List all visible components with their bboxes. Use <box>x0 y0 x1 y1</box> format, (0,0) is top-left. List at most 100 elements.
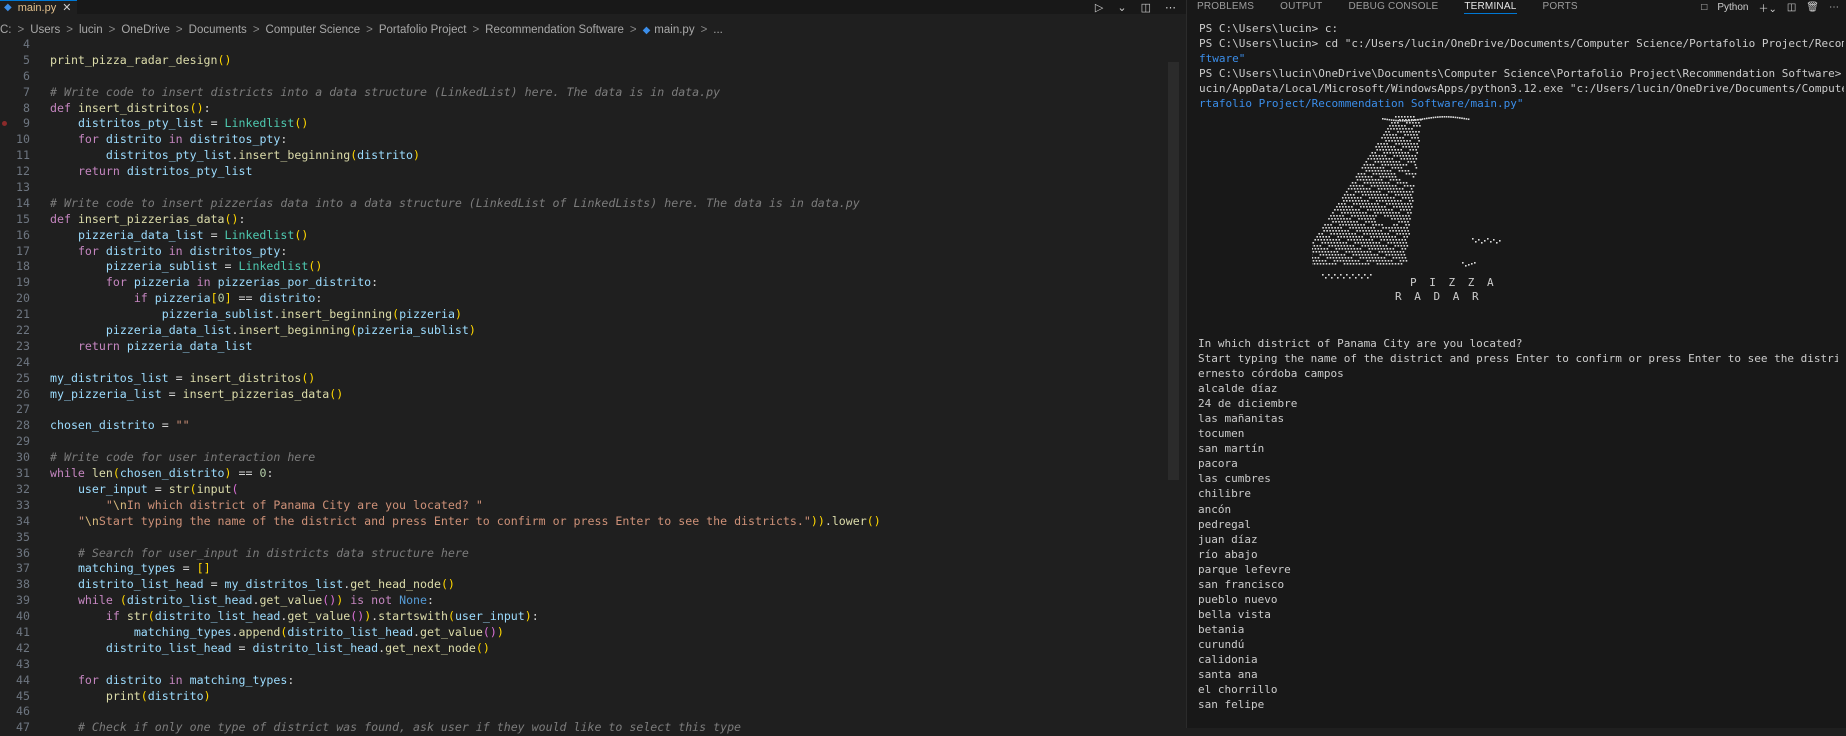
tab-terminal[interactable]: TERMINAL <box>1464 0 1516 14</box>
breadcrumb-item[interactable]: C: <box>0 24 12 36</box>
code-line[interactable]: 19 for pizzeria in pizzerias_por_distrit… <box>0 275 1170 291</box>
ascii-dot <box>1384 257 1386 259</box>
code-line[interactable]: 24 <box>0 355 1170 371</box>
code-line[interactable]: 5print_pizza_radar_design() <box>0 53 1170 69</box>
tab-main-py[interactable]: ◆ main.py ✕ <box>0 0 77 14</box>
terminal-commands[interactable]: PS C:\Users\lucin> c:PS C:\Users\lucin> … <box>1199 21 1844 111</box>
code-line[interactable]: 25my_distritos_list = insert_distritos() <box>0 371 1170 387</box>
tab-debug-console[interactable]: DEBUG CONSOLE <box>1348 0 1438 14</box>
code-line[interactable]: 44 for distrito in matching_types: <box>0 673 1170 689</box>
code-line[interactable]: 4 <box>0 37 1170 53</box>
run-icon[interactable]: ▷ <box>1095 1 1103 14</box>
breadcrumb-item[interactable]: lucin <box>79 24 103 36</box>
code-text: distrito_list_head = distrito_list_head.… <box>50 641 490 657</box>
ascii-dot <box>1437 116 1439 118</box>
new-terminal-icon[interactable]: ＋⌄ <box>1758 0 1776 15</box>
editor[interactable]: ◆ main.py ✕ ▷ ⌄ ◫ ⋯ C:>Users>lucin>OneDr… <box>0 0 1186 728</box>
terminal-output-line: santa ana <box>1198 667 1838 682</box>
code-line[interactable]: 22 pizzeria_data_list.insert_beginning(p… <box>0 323 1170 339</box>
code-line[interactable]: 17 for distrito in distritos_pty: <box>0 244 1170 260</box>
ascii-dot <box>1323 239 1325 241</box>
code-line[interactable]: 12 return distritos_pty_list <box>0 164 1170 180</box>
code-line[interactable]: 35 <box>0 530 1170 546</box>
code-line[interactable]: 11 distritos_pty_list.insert_beginning(d… <box>0 148 1170 164</box>
ascii-dot <box>1363 179 1365 181</box>
code-line[interactable]: 7# Write code to insert districts into a… <box>0 85 1170 101</box>
code-line[interactable]: 10 for distrito in distritos_pty: <box>0 132 1170 148</box>
code-line[interactable]: 31while len(chosen_distrito) == 0: <box>0 466 1170 482</box>
breadcrumb-item[interactable]: Documents <box>189 24 247 36</box>
code-line[interactable]: 28chosen_distrito = "" <box>0 418 1170 434</box>
breadcrumb-item[interactable]: OneDrive <box>121 24 170 36</box>
ascii-dot <box>1351 257 1353 259</box>
code-line[interactable]: 37 matching_types = [] <box>0 561 1170 577</box>
code-line[interactable]: 38 distrito_list_head = my_distritos_lis… <box>0 577 1170 593</box>
ascii-dot <box>1314 245 1316 247</box>
breadcrumb-item[interactable]: Portafolio Project <box>379 24 467 36</box>
code-line[interactable]: 33 "\nIn which district of Panama City a… <box>0 498 1170 514</box>
code-line[interactable]: 16 pizzeria_data_list = Linkedlist() <box>0 228 1170 244</box>
code-line[interactable]: 8def insert_distritos(): <box>0 101 1170 117</box>
ascii-dot <box>1450 116 1452 118</box>
code-line[interactable]: 45 print(distrito) <box>0 689 1170 705</box>
terminal-output[interactable]: In which district of Panama City are you… <box>1198 336 1838 712</box>
ascii-dot <box>1357 224 1359 226</box>
code-line[interactable]: 43 <box>0 657 1170 673</box>
ascii-dot <box>1341 203 1343 205</box>
ascii-dot <box>1346 200 1348 202</box>
code-line[interactable]: 27 <box>0 402 1170 418</box>
code-editor[interactable]: 45print_pizza_radar_design()67# Write co… <box>0 37 1170 736</box>
code-line[interactable]: 41 matching_types.append(distrito_list_h… <box>0 625 1170 641</box>
tab-output[interactable]: OUTPUT <box>1280 0 1322 14</box>
code-line[interactable]: 29 <box>0 434 1170 450</box>
code-line[interactable]: 21 pizzeria_sublist.insert_beginning(piz… <box>0 307 1170 323</box>
breadcrumb-item[interactable]: Recommendation Software <box>485 24 624 36</box>
ascii-dot <box>1417 137 1419 139</box>
ascii-dot <box>1360 206 1362 208</box>
more-actions-icon[interactable]: ⋯ <box>1829 2 1839 13</box>
code-line[interactable]: 40 if str(distrito_list_head.get_value()… <box>0 609 1170 625</box>
breadcrumb-item[interactable]: Computer Science <box>266 24 361 36</box>
ascii-dot <box>1378 206 1380 208</box>
code-line[interactable]: 18 pizzeria_sublist = Linkedlist() <box>0 259 1170 275</box>
code-line[interactable]: 36 # Search for user_input in districts … <box>0 546 1170 562</box>
code-line[interactable]: 26my_pizzeria_list = insert_pizzerias_da… <box>0 387 1170 403</box>
ascii-dot <box>1379 191 1381 193</box>
terminal-profile-label[interactable]: Python <box>1717 2 1748 13</box>
code-line[interactable]: 20 if pizzeria[0] == distrito: <box>0 291 1170 307</box>
code-line[interactable]: 30# Write code for user interaction here <box>0 450 1170 466</box>
close-icon[interactable]: ✕ <box>62 1 71 14</box>
editor-scrollbar[interactable] <box>1168 62 1179 480</box>
split-terminal-icon[interactable]: ◫ <box>1787 2 1796 13</box>
ascii-dot <box>1391 251 1393 253</box>
ascii-dot <box>1362 263 1364 265</box>
ascii-dot <box>1346 274 1348 276</box>
code-line[interactable]: 15def insert_pizzerias_data(): <box>0 212 1170 228</box>
ascii-dot <box>1397 149 1399 151</box>
code-line[interactable]: 42 distrito_list_head = distrito_list_he… <box>0 641 1170 657</box>
ascii-dot <box>1379 251 1381 253</box>
ascii-dot <box>1358 191 1360 193</box>
breadcrumb-item[interactable]: main.py <box>654 24 694 36</box>
breadcrumb-item[interactable]: ... <box>713 24 723 36</box>
breadcrumb-item[interactable]: Users <box>30 24 60 36</box>
tab-ports[interactable]: PORTS <box>1543 0 1578 14</box>
code-line[interactable]: 6 <box>0 69 1170 85</box>
split-editor-icon[interactable]: ◫ <box>1141 1 1151 14</box>
code-line[interactable]: 13 <box>0 180 1170 196</box>
code-line[interactable]: 14# Write code to insert pizzerías data … <box>0 196 1170 212</box>
tab-problems[interactable]: PROBLEMS <box>1197 0 1254 14</box>
run-dropdown-icon[interactable]: ⌄ <box>1117 1 1126 14</box>
code-line[interactable]: 32 user_input = str(input( <box>0 482 1170 498</box>
trash-icon[interactable]: 🗑 <box>1806 2 1819 13</box>
ascii-dot <box>1382 209 1384 211</box>
code-line[interactable]: 39 while (distrito_list_head.get_value()… <box>0 593 1170 609</box>
code-line[interactable]: 34 "\nStart typing the name of the distr… <box>0 514 1170 530</box>
code-line[interactable]: 46 <box>0 704 1170 720</box>
ascii-dot <box>1397 191 1399 193</box>
code-line[interactable]: 9 distritos_pty_list = Linkedlist() <box>0 116 1170 132</box>
more-actions-icon[interactable]: ⋯ <box>1165 1 1176 14</box>
ascii-dot <box>1338 203 1340 205</box>
code-line[interactable]: 47 # Check if only one type of district … <box>0 720 1170 736</box>
code-line[interactable]: 23 return pizzeria_data_list <box>0 339 1170 355</box>
